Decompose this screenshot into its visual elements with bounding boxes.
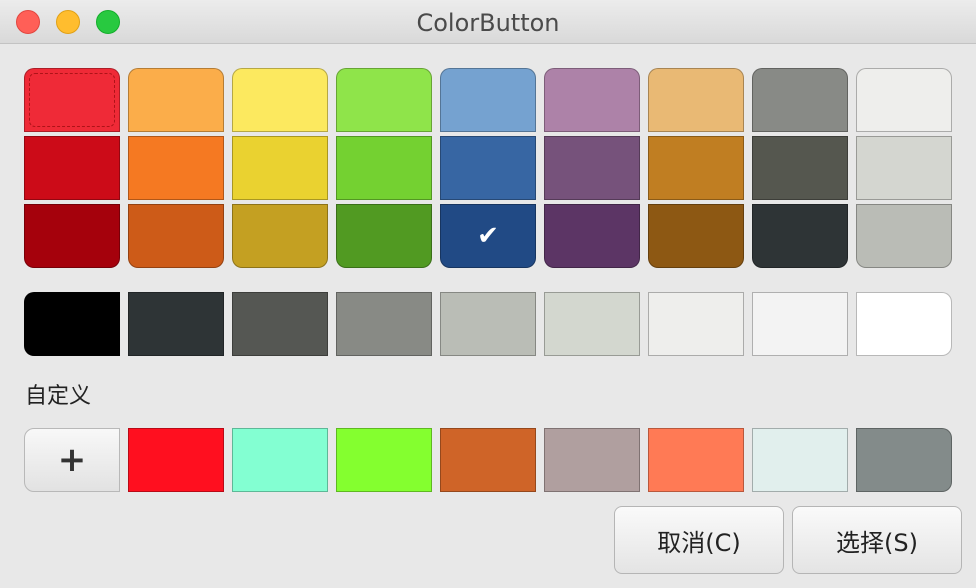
color-swatch[interactable] bbox=[440, 136, 536, 200]
gray-swatch[interactable] bbox=[128, 292, 224, 356]
custom-color-swatch[interactable] bbox=[856, 428, 952, 492]
color-swatch[interactable] bbox=[232, 136, 328, 200]
gray-swatch[interactable] bbox=[24, 292, 120, 356]
checkmark-icon: ✔ bbox=[477, 221, 499, 251]
color-swatch[interactable] bbox=[752, 204, 848, 268]
select-button[interactable]: 选择(S) bbox=[792, 506, 962, 574]
color-swatch[interactable] bbox=[752, 68, 848, 132]
window-title: ColorButton bbox=[416, 9, 560, 37]
gray-swatch[interactable] bbox=[752, 292, 848, 356]
color-swatch[interactable] bbox=[24, 68, 120, 132]
color-swatch[interactable] bbox=[24, 136, 120, 200]
color-swatch[interactable] bbox=[856, 136, 952, 200]
color-swatch[interactable] bbox=[128, 204, 224, 268]
custom-colors-label: 自定义 bbox=[25, 384, 92, 409]
color-swatch[interactable] bbox=[544, 204, 640, 268]
add-custom-color-button[interactable]: + bbox=[24, 428, 120, 492]
plus-icon: + bbox=[57, 440, 87, 480]
color-swatch[interactable] bbox=[336, 136, 432, 200]
cancel-button[interactable]: 取消(C) bbox=[614, 506, 784, 574]
color-swatch[interactable] bbox=[440, 68, 536, 132]
color-swatch[interactable] bbox=[128, 68, 224, 132]
gray-swatch[interactable] bbox=[336, 292, 432, 356]
color-swatch[interactable] bbox=[544, 136, 640, 200]
color-swatch[interactable] bbox=[856, 68, 952, 132]
color-swatch[interactable] bbox=[336, 68, 432, 132]
color-swatch[interactable] bbox=[128, 136, 224, 200]
gray-swatch[interactable] bbox=[232, 292, 328, 356]
custom-color-swatch[interactable] bbox=[544, 428, 640, 492]
color-swatch[interactable] bbox=[336, 204, 432, 268]
color-swatch[interactable] bbox=[232, 204, 328, 268]
custom-color-swatch[interactable] bbox=[232, 428, 328, 492]
custom-color-swatch[interactable] bbox=[440, 428, 536, 492]
custom-color-swatch[interactable] bbox=[128, 428, 224, 492]
color-swatch[interactable]: ✔ bbox=[440, 204, 536, 268]
color-swatch[interactable] bbox=[648, 136, 744, 200]
color-swatch[interactable] bbox=[856, 204, 952, 268]
title-bar[interactable]: ColorButton bbox=[0, 0, 976, 44]
gray-swatch[interactable] bbox=[648, 292, 744, 356]
color-swatch[interactable] bbox=[232, 68, 328, 132]
color-swatch[interactable] bbox=[648, 68, 744, 132]
gray-swatch[interactable] bbox=[440, 292, 536, 356]
custom-color-swatch[interactable] bbox=[752, 428, 848, 492]
focus-ring bbox=[29, 73, 115, 127]
custom-color-swatch[interactable] bbox=[648, 428, 744, 492]
gray-swatch[interactable] bbox=[856, 292, 952, 356]
color-swatch[interactable] bbox=[648, 204, 744, 268]
custom-color-swatch[interactable] bbox=[336, 428, 432, 492]
gray-swatch[interactable] bbox=[544, 292, 640, 356]
color-swatch[interactable] bbox=[544, 68, 640, 132]
color-swatch[interactable] bbox=[24, 204, 120, 268]
color-swatch[interactable] bbox=[752, 136, 848, 200]
